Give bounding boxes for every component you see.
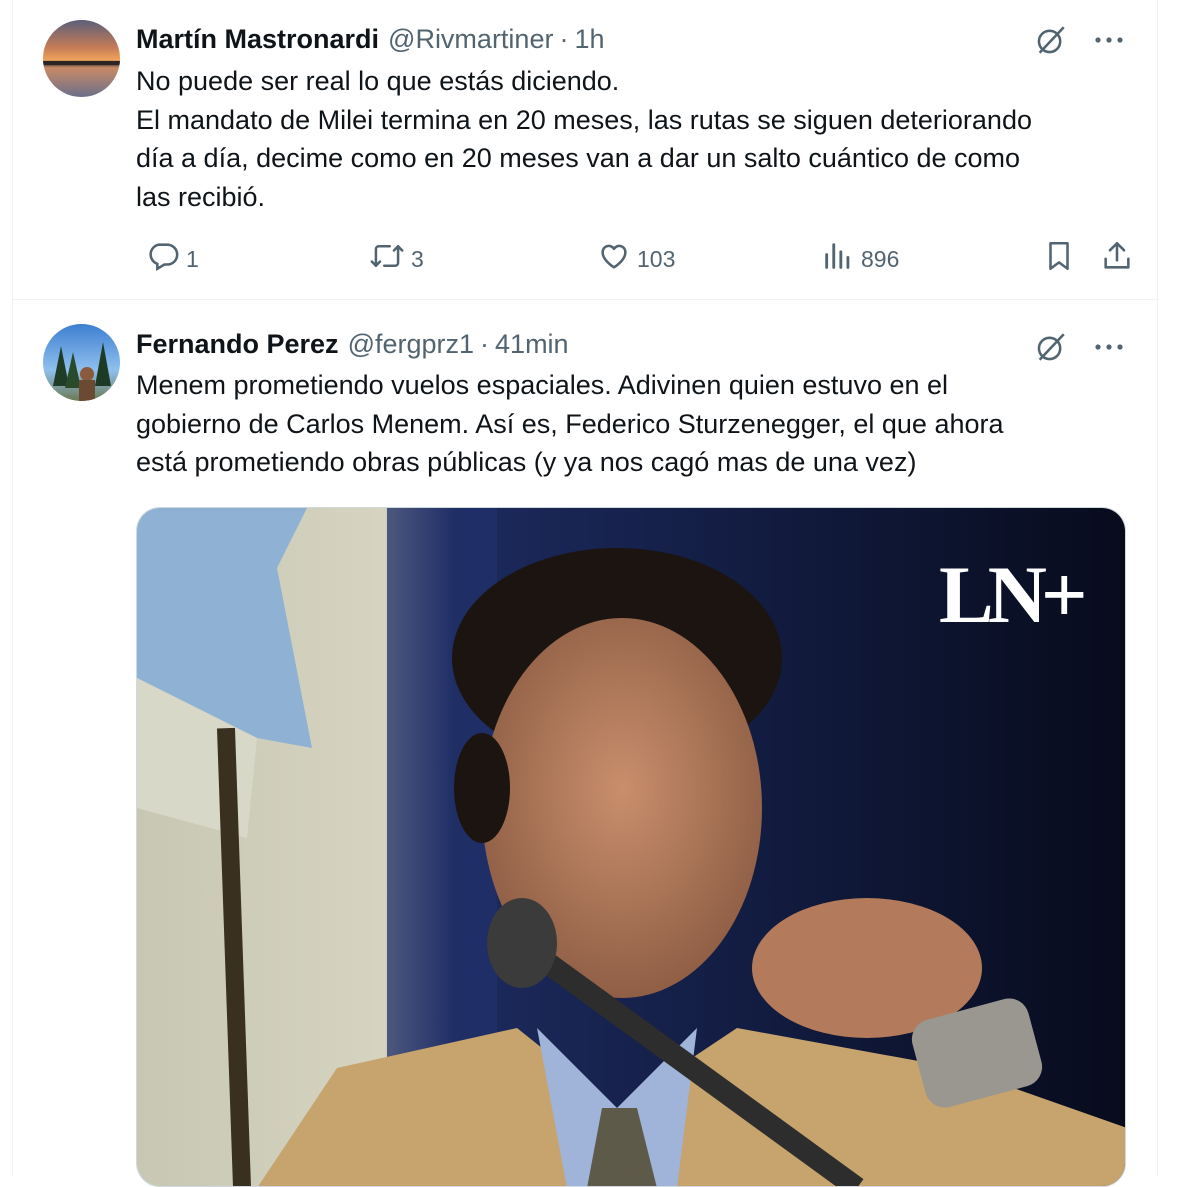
views-button[interactable]: 896 — [821, 237, 899, 281]
separator: · — [559, 23, 569, 54]
tweet-actions: 1 3 103 896 — [136, 237, 1136, 281]
tweet-text-line: está prometiendo obras públicas (y ya no… — [136, 447, 917, 478]
author-handle[interactable]: @fergprz1 — [348, 329, 474, 360]
avatar[interactable] — [43, 324, 120, 401]
timestamp[interactable]: 41min — [495, 329, 569, 360]
views-icon — [821, 239, 855, 279]
tweet-text-line: Menem prometiendo vuelos espaciales. Adi… — [136, 370, 949, 400]
tweet-text-line: El mandato de Milei termina en 20 meses,… — [136, 104, 1032, 135]
tweet[interactable]: Fernando Perez @fergprz1 · 41min Menem p… — [13, 301, 1159, 1187]
tweet[interactable]: Martín Mastronardi @Rivmartiner · 1h No … — [13, 0, 1159, 300]
more-icon[interactable] — [1089, 327, 1129, 367]
share-icon — [1100, 239, 1134, 279]
author-handle[interactable]: @Rivmartiner — [388, 24, 553, 55]
more-icon[interactable] — [1089, 20, 1129, 60]
like-count: 103 — [637, 245, 676, 272]
retweet-count: 3 — [411, 245, 424, 272]
retweet-icon — [369, 239, 405, 279]
tweet-header: Martín Mastronardi @Rivmartiner · 1h — [136, 21, 605, 57]
reply-button[interactable]: 1 — [146, 237, 199, 281]
timeline: Martín Mastronardi @Rivmartiner · 1h No … — [12, 0, 1159, 1187]
like-icon — [597, 239, 631, 279]
author-name[interactable]: Fernando Perez — [136, 329, 339, 360]
media-watermark: LN+ — [939, 549, 1088, 640]
reply-count: 1 — [186, 245, 199, 272]
views-count: 896 — [861, 245, 900, 272]
timestamp[interactable]: 1h — [574, 24, 604, 55]
like-button[interactable]: 103 — [597, 237, 675, 281]
tweet-text-line: No puede ser real lo que estás diciendo. — [136, 66, 620, 96]
tweet-text: Menem prometiendo vuelos espaciales. Adi… — [136, 366, 1126, 482]
bookmark-icon — [1042, 239, 1076, 279]
tweet-header: Fernando Perez @fergprz1 · 41min — [136, 326, 569, 362]
reply-icon — [146, 239, 180, 279]
author-name[interactable]: Martín Mastronardi — [136, 24, 379, 55]
grok-icon[interactable] — [1031, 327, 1071, 367]
avatar[interactable] — [43, 20, 120, 97]
retweet-button[interactable]: 3 — [369, 237, 424, 281]
share-button[interactable] — [1100, 237, 1134, 281]
tweet-text-line: gobierno de Carlos Menem. Así es, Federi… — [136, 408, 1004, 439]
tweet-text-line: las recibió. — [136, 182, 266, 213]
tweet-top-actions — [1031, 20, 1129, 60]
tweet-top-actions — [1031, 327, 1129, 367]
grok-icon[interactable] — [1031, 20, 1071, 60]
bookmark-button[interactable] — [1042, 237, 1076, 281]
tweet-media-video[interactable]: LN+ — [136, 507, 1126, 1187]
separator: · — [480, 328, 490, 359]
tweet-text-line: día a día, decime como en 20 meses van a… — [136, 143, 1021, 174]
tweet-text: No puede ser real lo que estás diciendo.… — [136, 62, 1126, 217]
